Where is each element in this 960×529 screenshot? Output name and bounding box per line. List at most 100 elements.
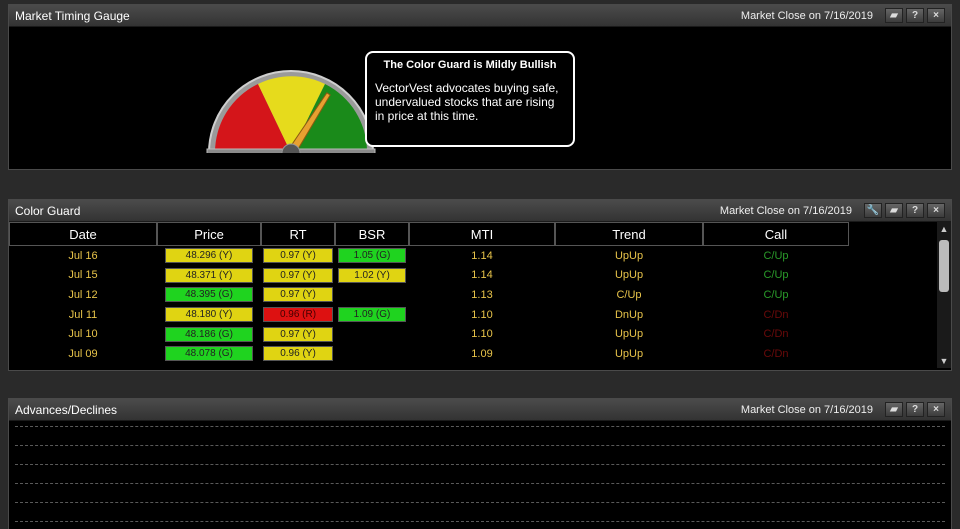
- rt-cell: 0.97 (Y): [261, 267, 335, 283]
- scroll-thumb[interactable]: [939, 240, 949, 292]
- price-chip: 48.395 (G): [165, 287, 253, 303]
- call-value: C/Up: [763, 288, 789, 301]
- trend-value: DnUp: [614, 308, 644, 321]
- mti-cell: 1.14: [409, 269, 555, 281]
- table-row[interactable]: Jul 16 48.296 (Y) 0.97 (Y) 1.05 (G) 1.14 UpUp…: [9, 246, 951, 266]
- mti-value: 1.14: [471, 269, 493, 282]
- column-header-date[interactable]: Date: [9, 222, 157, 246]
- advances-declines-panel: Advances/Declines Market Close on 7/16/2…: [8, 398, 952, 529]
- color-guard-table: Date Price RT BSR MTI Trend Call Jul 16 4…: [9, 222, 951, 370]
- trend-cell: C/Up: [555, 289, 703, 301]
- price-chip: 48.371 (Y): [165, 267, 253, 283]
- call-value: C/Up: [763, 269, 789, 282]
- mti-cell: 1.09: [409, 348, 555, 360]
- bsr-cell: 1.05 (G): [335, 248, 409, 264]
- price-chip: 48.296 (Y): [165, 248, 253, 264]
- price-cell: 48.296 (Y): [157, 248, 261, 264]
- chart-icon[interactable]: ▰: [885, 402, 903, 417]
- date-value: Jul 16: [68, 249, 98, 262]
- price-cell: 48.371 (Y): [157, 267, 261, 283]
- rt-cell: 0.97 (Y): [261, 326, 335, 342]
- table-row[interactable]: Jul 15 48.371 (Y) 0.97 (Y) 1.02 (Y) 1.14 UpUp…: [9, 266, 951, 286]
- chart-icon[interactable]: ▰: [885, 203, 903, 218]
- rt-chip: 0.97 (Y): [263, 287, 333, 303]
- help-icon[interactable]: ?: [906, 402, 924, 417]
- callout-line: in price at this time.: [375, 109, 479, 123]
- date-value: Jul 12: [68, 288, 98, 301]
- table-row[interactable]: Jul 09 48.078 (G) 0.96 (Y) 1.09 UpUp C/Dn: [9, 344, 951, 364]
- rt-cell: 0.97 (Y): [261, 287, 335, 303]
- date-value: Jul 10: [68, 328, 98, 341]
- panel-header: Color Guard Market Close on 7/16/2019 🔧 …: [9, 200, 951, 222]
- date-cell: Jul 11: [9, 309, 157, 321]
- scroll-up-icon[interactable]: ▲: [937, 222, 951, 236]
- bsr-chip: 1.05 (G): [338, 248, 406, 264]
- trend-value: UpUp: [614, 249, 644, 262]
- price-chip: 48.186 (G): [165, 326, 253, 342]
- date-value: Jul 15: [68, 269, 98, 282]
- date-cell: Jul 09: [9, 348, 157, 360]
- call-cell: C/Up: [703, 289, 849, 301]
- price-cell: 48.186 (G): [157, 326, 261, 342]
- callout-line: undervalued stocks that are rising: [375, 95, 555, 109]
- column-header-bsr[interactable]: BSR: [335, 222, 409, 246]
- mti-cell: 1.14: [409, 250, 555, 262]
- column-header-rt[interactable]: RT: [261, 222, 335, 246]
- column-header-trend[interactable]: Trend: [555, 222, 703, 246]
- column-header-price[interactable]: Price: [157, 222, 261, 246]
- gauge-body: The Color Guard is Mildly Bullish Vector…: [9, 27, 951, 169]
- date-cell: Jul 16: [9, 250, 157, 262]
- market-gauge: [206, 70, 376, 153]
- trend-cell: UpUp: [555, 348, 703, 360]
- mti-value: 1.10: [471, 308, 493, 321]
- trend-cell: UpUp: [555, 328, 703, 340]
- rt-chip: 0.97 (Y): [263, 326, 333, 342]
- grid-line: [15, 464, 945, 465]
- help-icon[interactable]: ?: [906, 8, 924, 23]
- grid-line: [15, 502, 945, 503]
- trend-cell: DnUp: [555, 309, 703, 321]
- call-value: C/Up: [763, 249, 789, 262]
- close-icon[interactable]: ×: [927, 8, 945, 23]
- trend-value: UpUp: [614, 328, 644, 341]
- table-row[interactable]: Jul 11 48.180 (Y) 0.96 (R) 1.09 (G) 1.10 DnUp…: [9, 305, 951, 325]
- price-cell: 48.180 (Y): [157, 307, 261, 323]
- grid-line: [15, 483, 945, 484]
- callout-title: The Color Guard is Mildly Bullish: [383, 59, 557, 71]
- rt-chip: 0.97 (Y): [263, 267, 333, 283]
- mti-cell: 1.10: [409, 309, 555, 321]
- close-icon[interactable]: ×: [927, 203, 945, 218]
- mti-cell: 1.13: [409, 289, 555, 301]
- trend-value: UpUp: [614, 347, 644, 360]
- callout-line: VectorVest advocates buying safe,: [375, 81, 559, 95]
- gauge-callout: The Color Guard is Mildly Bullish Vector…: [365, 51, 575, 147]
- date-cell: Jul 12: [9, 289, 157, 301]
- call-cell: C/Up: [703, 250, 849, 262]
- column-header-call[interactable]: Call: [703, 222, 849, 246]
- vertical-scrollbar[interactable]: ▲ ▼: [937, 222, 951, 368]
- mti-value: 1.09: [471, 347, 493, 360]
- mti-value: 1.14: [471, 249, 493, 262]
- panel-header: Advances/Declines Market Close on 7/16/2…: [9, 399, 951, 421]
- chart-icon[interactable]: ▰: [885, 8, 903, 23]
- mti-cell: 1.10: [409, 328, 555, 340]
- table-header: Date Price RT BSR MTI Trend Call: [9, 222, 951, 246]
- table-row[interactable]: Jul 12 48.395 (G) 0.97 (Y) 1.13 C/Up C/Up: [9, 285, 951, 305]
- date-cell: Jul 10: [9, 328, 157, 340]
- call-value: C/Dn: [763, 347, 789, 360]
- panel-title: Advances/Declines: [15, 402, 118, 417]
- price-cell: 48.395 (G): [157, 287, 261, 303]
- date-value: Jul 11: [68, 308, 98, 321]
- scroll-down-icon[interactable]: ▼: [937, 354, 951, 368]
- market-timing-gauge-panel: Market Timing Gauge Market Close on 7/16…: [8, 4, 952, 170]
- grid-line: [15, 521, 945, 522]
- help-icon[interactable]: ?: [906, 203, 924, 218]
- callout-text: VectorVest advocates buying safe, underv…: [375, 81, 565, 123]
- close-icon[interactable]: ×: [927, 402, 945, 417]
- market-close-date: Market Close on 7/16/2019: [740, 403, 873, 416]
- column-header-mti[interactable]: MTI: [409, 222, 555, 246]
- mti-value: 1.13: [471, 288, 493, 301]
- table-row[interactable]: Jul 10 48.186 (G) 0.97 (Y) 1.10 UpUp C/Dn: [9, 324, 951, 344]
- grid-line: [15, 445, 945, 446]
- settings-icon[interactable]: 🔧: [864, 203, 882, 218]
